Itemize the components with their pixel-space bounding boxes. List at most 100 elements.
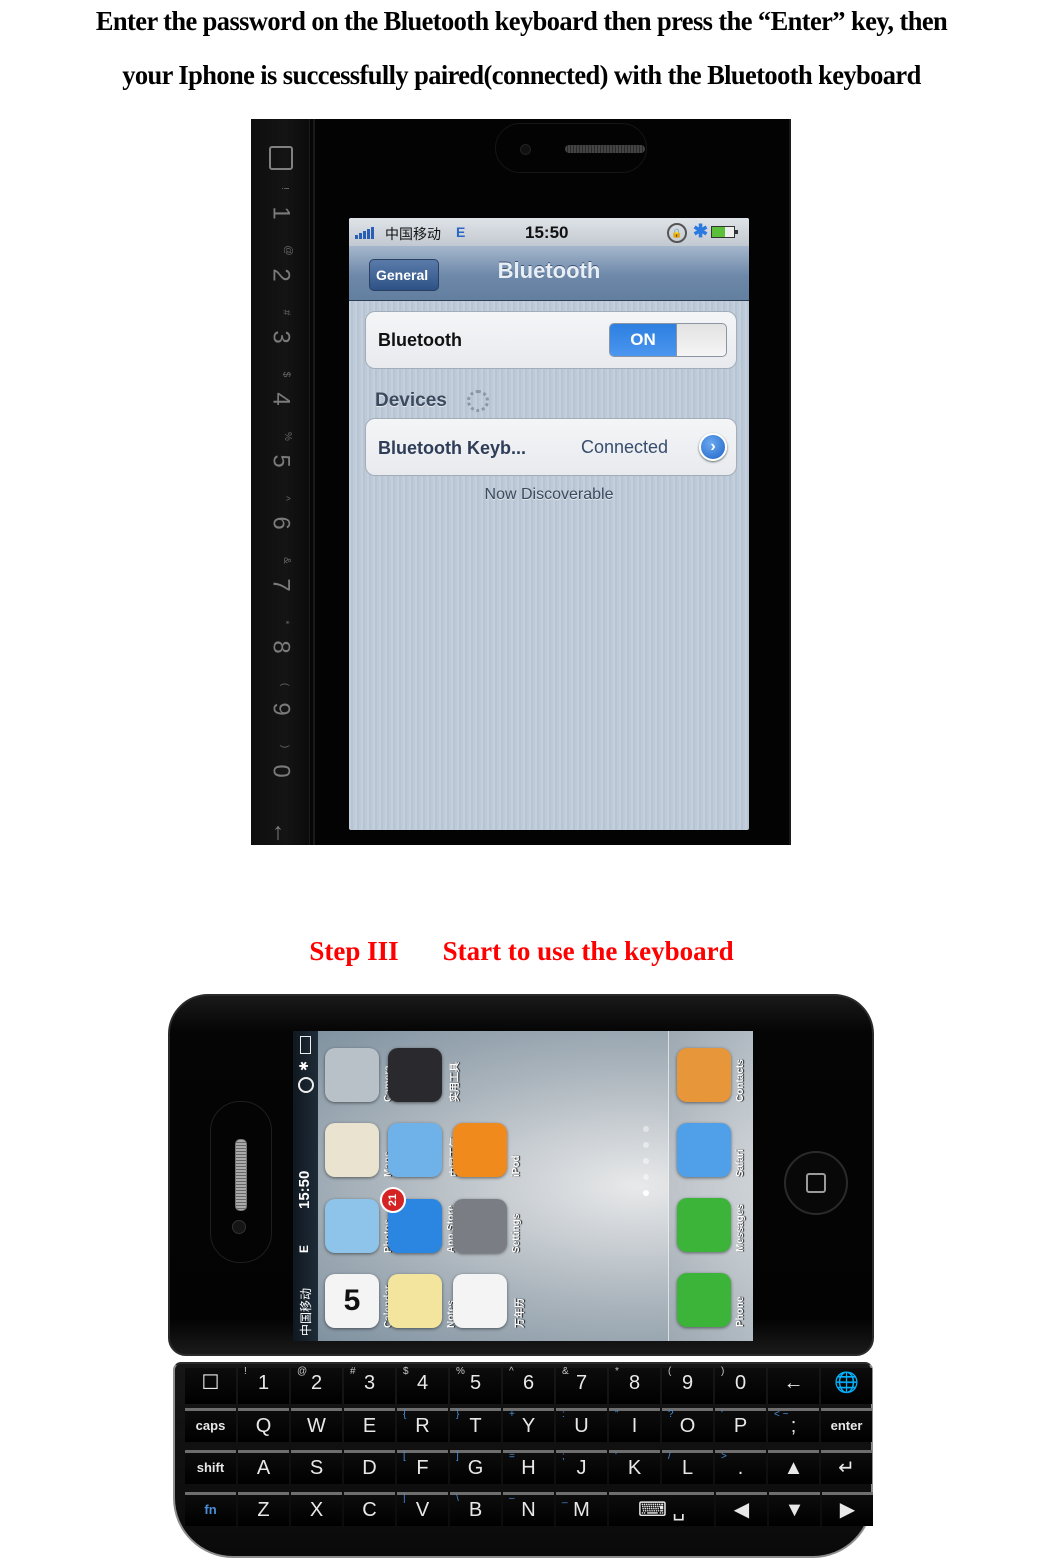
key-h[interactable]: H = <box>503 1450 554 1484</box>
key-w[interactable]: W <box>291 1408 342 1442</box>
key-y[interactable]: Y + <box>503 1408 554 1442</box>
page-dot[interactable] <box>643 1158 649 1164</box>
key-5[interactable]: 5% <box>450 1366 501 1404</box>
app-icon-calendar[interactable]: 5 <box>325 1274 379 1328</box>
key-special[interactable]: ← <box>768 1368 819 1404</box>
app-icon-实用工具[interactable] <box>388 1048 442 1102</box>
toggle-on-label: ON <box>610 324 677 356</box>
dock-icon-contacts[interactable] <box>677 1048 731 1102</box>
phone-body-landscape: ✱ 15:50 E 中国移动 Camera实用工具Maps中国天气iPodPho… <box>168 994 874 1356</box>
key-label: ▲ <box>783 1457 804 1479</box>
key-special[interactable]: shift <box>185 1450 236 1484</box>
key-label: C <box>362 1499 377 1521</box>
key-l[interactable]: L / <box>662 1450 713 1484</box>
key-i[interactable]: I " <box>609 1408 660 1442</box>
key-9[interactable]: 9( <box>662 1366 713 1404</box>
key-4[interactable]: 4 $ <box>397 1366 448 1404</box>
device-row[interactable]: Bluetooth Keyb... Connected › <box>365 418 737 476</box>
app-icon-万年历[interactable] <box>453 1274 507 1328</box>
key-special[interactable]: 🌐 <box>821 1368 872 1404</box>
key-label: 9 <box>267 702 295 716</box>
step-heading: Step III Start to use the keyboard <box>0 936 1043 967</box>
key-special[interactable]: ▼ <box>769 1492 820 1526</box>
key-special[interactable]: ▲ <box>768 1450 819 1484</box>
key-label: E <box>362 1415 377 1437</box>
key-special[interactable]: enter <box>821 1408 872 1442</box>
page-dot[interactable] <box>643 1126 649 1132</box>
key-j[interactable]: J; <box>556 1450 607 1484</box>
app-icon-settings[interactable] <box>453 1199 507 1253</box>
key-q[interactable]: Q <box>238 1408 289 1442</box>
key-t[interactable]: T} <box>450 1408 501 1442</box>
key-8[interactable]: 8 * <box>609 1366 660 1404</box>
key-label: 🌐 <box>834 1372 859 1394</box>
page-dot[interactable] <box>643 1174 649 1180</box>
key-label: ⌨ ␣ <box>637 1499 686 1521</box>
key-u[interactable]: U: <box>556 1408 607 1442</box>
loading-spinner-icon <box>467 390 489 412</box>
key-label: O <box>679 1415 696 1437</box>
bluetooth-settings-screen: 中国移动 E 15:50 🔒 ✱ General Bluetooth Bluet… <box>349 218 749 830</box>
key-special[interactable]: . > <box>715 1450 766 1484</box>
key-r[interactable]: R{ <box>397 1408 448 1442</box>
key-special[interactable]: fn <box>185 1492 236 1526</box>
key-label: L <box>681 1457 694 1479</box>
key-7[interactable]: 7 & <box>556 1366 607 1404</box>
key-v[interactable]: V | <box>397 1492 448 1526</box>
app-icon-ipod[interactable] <box>453 1123 507 1177</box>
instruction-line-1: Enter the password on the Bluetooth keyb… <box>95 6 948 36</box>
dock-icon-safari[interactable] <box>677 1123 731 1177</box>
key-sub-label: ; <box>562 1451 565 1462</box>
key-o[interactable]: O? <box>662 1408 713 1442</box>
key-3[interactable]: 3 # <box>344 1366 395 1404</box>
key-k[interactable]: K ' <box>609 1450 660 1484</box>
app-icon-notes[interactable] <box>388 1274 442 1328</box>
page-dot[interactable] <box>643 1142 649 1148</box>
key-s[interactable]: S <box>291 1450 342 1484</box>
key-label: 3 <box>267 330 295 344</box>
carrier-name: 中国移动 <box>299 1287 313 1336</box>
key-sub-label: % <box>456 1366 465 1377</box>
key-special[interactable]: ☐ <box>185 1368 236 1404</box>
key-e[interactable]: E <box>344 1408 395 1442</box>
key-g[interactable]: G] <box>450 1450 501 1484</box>
key-f[interactable]: F[ <box>397 1450 448 1484</box>
key-c[interactable]: C <box>344 1492 395 1526</box>
key-1[interactable]: 1! <box>238 1366 289 1404</box>
key-0[interactable]: 0) <box>715 1366 766 1404</box>
key-label: 6 <box>522 1372 535 1394</box>
key-6[interactable]: 6 ^ <box>503 1366 554 1404</box>
key-special[interactable]: ◀ <box>716 1492 767 1526</box>
key-special[interactable]: ⌨ ␣ <box>609 1492 714 1526</box>
app-icon-中国天气[interactable] <box>388 1123 442 1177</box>
key-z[interactable]: Z <box>238 1492 289 1526</box>
key-special[interactable]: ↵ <box>821 1450 872 1484</box>
app-icon-maps[interactable] <box>325 1123 379 1177</box>
app-icon-photos[interactable] <box>325 1199 379 1253</box>
home-button[interactable] <box>784 1151 848 1215</box>
app-icon-camera[interactable] <box>325 1048 379 1102</box>
key-n[interactable]: N – <box>503 1492 554 1526</box>
key-label: ; <box>790 1415 797 1437</box>
key-x[interactable]: X <box>291 1492 342 1526</box>
bluetooth-toggle-switch[interactable]: ON <box>609 323 727 357</box>
key-label: fn <box>204 1502 217 1517</box>
key-m[interactable]: M _ <box>556 1492 607 1526</box>
key-special[interactable]: ▶ <box>822 1492 873 1526</box>
rotation-lock-icon <box>298 1077 314 1093</box>
navigation-bar: General Bluetooth <box>349 246 749 301</box>
key-label: ☐ <box>201 1372 220 1394</box>
key-sub-label: $ <box>403 1366 409 1377</box>
key-special[interactable]: caps <box>185 1408 236 1442</box>
key-special[interactable]: ; < ~ <box>768 1408 819 1442</box>
page-dot[interactable] <box>643 1190 649 1196</box>
dock-icon-phone[interactable] <box>677 1273 731 1327</box>
key-a[interactable]: A <box>238 1450 289 1484</box>
dock-icon-messages[interactable] <box>677 1198 731 1252</box>
key-2[interactable]: 2 @ <box>291 1366 342 1404</box>
detail-disclosure-icon[interactable]: › <box>699 433 727 461</box>
key-label: F <box>416 1457 429 1479</box>
key-p[interactable]: P ' <box>715 1408 766 1442</box>
key-b[interactable]: B \ <box>450 1492 501 1526</box>
key-d[interactable]: D <box>344 1450 395 1484</box>
